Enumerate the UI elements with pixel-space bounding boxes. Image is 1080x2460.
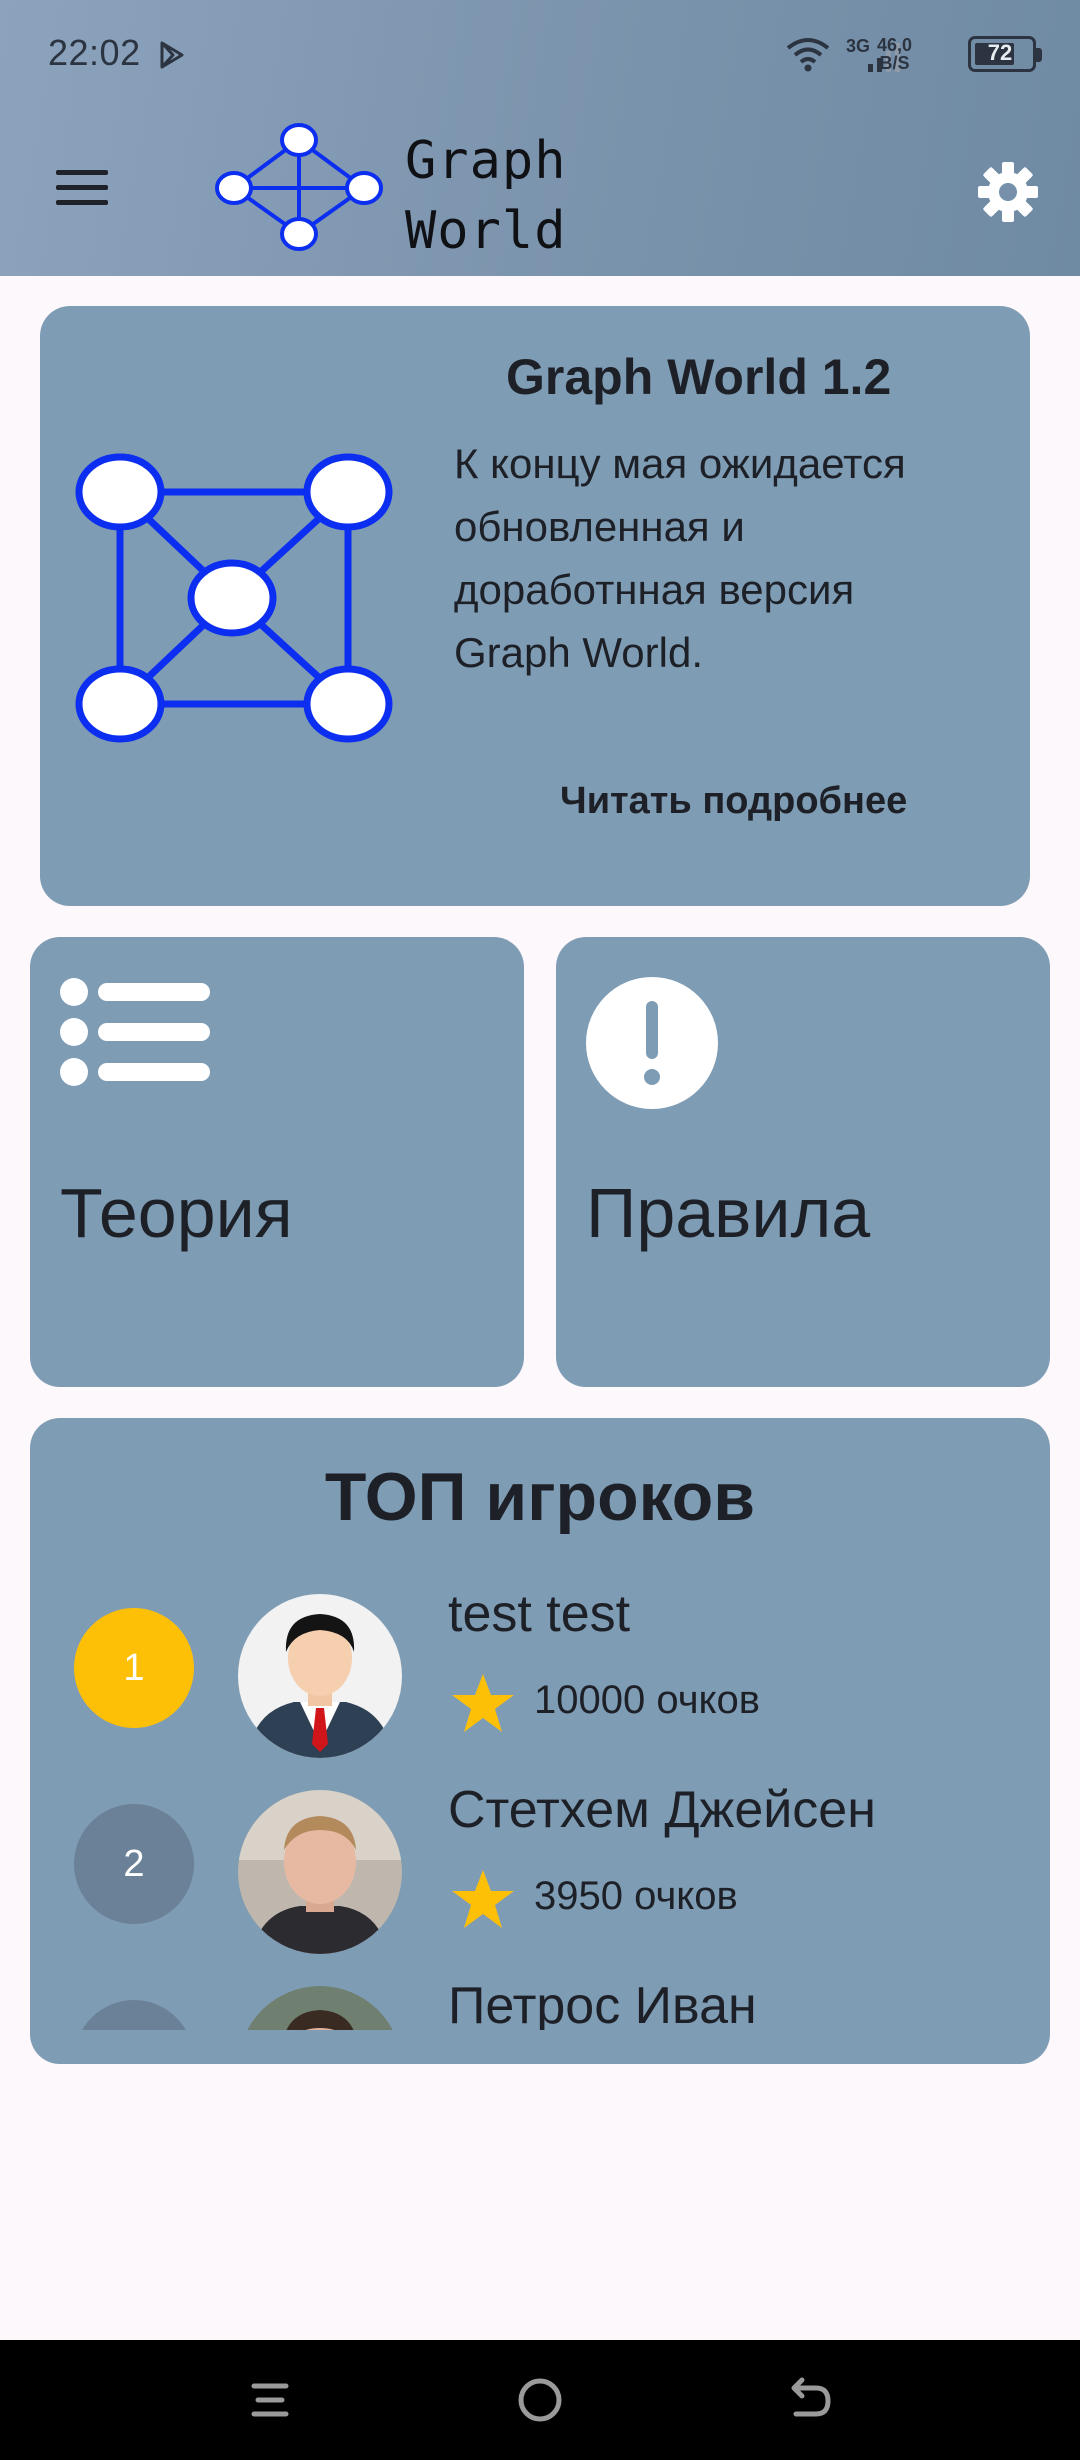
status-time: 22:02	[48, 32, 141, 73]
leaderboard-row[interactable]: 1 test test 10000 очков	[30, 1574, 1050, 1770]
recent-apps-icon[interactable]	[240, 2370, 300, 2430]
app-title-line2: World	[405, 201, 567, 261]
rank-badge: 3	[74, 2000, 194, 2030]
menu-button[interactable]	[52, 166, 112, 210]
graph-illustration-icon	[75, 453, 393, 743]
rules-tile[interactable]: Правила	[556, 937, 1050, 1387]
app-header: 22:02 3G 46,0 B/S 72 Graph World	[0, 0, 1080, 276]
network-speed-value: 46,0	[876, 35, 912, 55]
leaderboard-card: ТОП игроков 1 test test 10000 очков 2 Ст…	[30, 1418, 1050, 2064]
app-title-line1: Graph	[405, 131, 567, 191]
player-score: 10000 очков	[534, 1678, 760, 1722]
player-name: Стетхем Джейсен	[448, 1781, 876, 1839]
rank-badge: 2	[74, 1804, 194, 1924]
home-icon[interactable]	[510, 2370, 570, 2430]
rules-label: Правила	[586, 1174, 871, 1252]
player-name: Петрос Иван	[448, 1977, 757, 2030]
star-icon	[452, 1674, 514, 1732]
leaderboard-title: ТОП игроков	[324, 1459, 756, 1535]
app-title: Graph World	[405, 126, 567, 266]
rank-badge: 1	[74, 1608, 194, 1728]
star-icon	[452, 1870, 514, 1928]
status-bar: 22:02 3G 46,0 B/S 72	[0, 0, 1080, 110]
list-icon	[60, 978, 210, 1086]
battery-level: 72	[987, 40, 1013, 65]
gear-icon[interactable]	[976, 160, 1040, 224]
leaderboard-row[interactable]: 3 Петрос Иван	[30, 1966, 1050, 2030]
navigation-bar	[0, 2340, 1080, 2460]
leaderboard-list[interactable]: 1 test test 10000 очков 2 Стетхем Джейсе…	[30, 1574, 1050, 2030]
avatar	[238, 1986, 402, 2030]
back-icon[interactable]	[780, 2370, 840, 2430]
wifi-icon	[786, 38, 830, 72]
graph-logo-icon	[215, 123, 383, 251]
exclamation-icon	[586, 977, 718, 1109]
news-body: К концу мая ожидается обновленная и дора…	[454, 440, 906, 676]
news-card[interactable]: Graph World 1.2 К концу мая ожидается об…	[40, 306, 1030, 906]
player-score: 3950 очков	[534, 1874, 738, 1918]
play-store-icon	[160, 41, 184, 69]
avatar	[238, 1790, 402, 1954]
player-name: test test	[448, 1585, 631, 1643]
network-speed-unit: B/S	[879, 53, 910, 73]
theory-label: Теория	[60, 1174, 293, 1252]
news-title: Graph World 1.2	[506, 349, 892, 405]
network-speed: 46,0 B/S	[877, 36, 912, 72]
leaderboard-row[interactable]: 2 Стетхем Джейсен 3950 очков	[30, 1770, 1050, 1966]
avatar	[238, 1594, 402, 1758]
theory-tile[interactable]: Теория	[30, 937, 524, 1387]
battery-icon: 72	[968, 36, 1042, 72]
read-more-link[interactable]: Читать подробнее	[560, 780, 907, 823]
